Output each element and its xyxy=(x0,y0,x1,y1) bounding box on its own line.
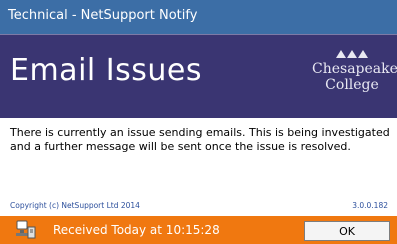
header-banner: Email Issues Chesapeake College xyxy=(0,34,397,118)
chesapeake-college-logo: Chesapeake College xyxy=(312,49,397,109)
received-timestamp: Received Today at 10:15:28 xyxy=(53,223,220,237)
title-bar: Technical - NetSupport Notify xyxy=(0,0,397,34)
copyright-text: Copyright (c) NetSupport Ltd 2014 xyxy=(10,201,140,210)
notify-window: Technical - NetSupport Notify Email Issu… xyxy=(0,0,397,244)
window-title: Technical - NetSupport Notify xyxy=(8,8,198,23)
version-text: 3.0.0.182 xyxy=(352,201,388,210)
notification-message: There is currently an issue sending emai… xyxy=(10,126,390,153)
logo-text-line2: College xyxy=(325,77,379,93)
logo-mark-icon xyxy=(336,50,368,58)
notification-heading: Email Issues xyxy=(10,53,202,88)
logo-text-line1: Chesapeake xyxy=(312,61,397,77)
ok-button[interactable]: OK xyxy=(304,221,390,241)
computer-icon xyxy=(16,220,36,239)
